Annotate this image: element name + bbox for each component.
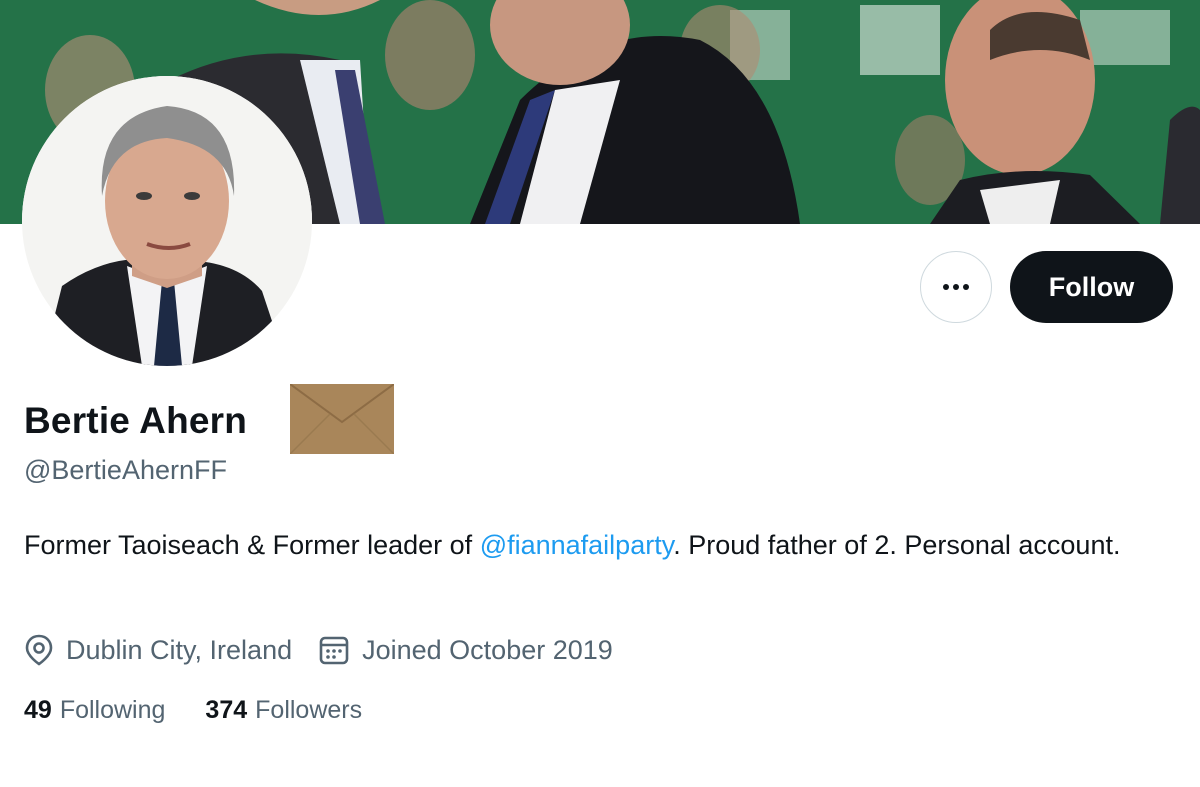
followers-label: Followers [255,696,363,724]
more-horizontal-icon [943,284,969,290]
following-count: 49 [24,696,52,724]
profile-avatar[interactable] [22,76,312,366]
profile-joined: Joined October 2019 [318,634,613,666]
follow-button[interactable]: Follow [1010,251,1173,323]
followers-count: 374 [205,696,248,724]
location-pin-icon [25,634,53,666]
display-name: Bertie Ahern [24,400,248,441]
profile-meta: Dublin City, Ireland Joined October 2019 [24,630,639,670]
calendar-icon [319,636,349,665]
more-options-button[interactable] [920,251,992,323]
joined-text: Joined October 2019 [362,634,613,665]
envelope-emoji-icon [290,384,394,454]
location-text: Dublin City, Ireland [66,634,293,665]
bio-text: Former Taoiseach & Former leader of [24,530,480,560]
profile-bio: Former Taoiseach & Former leader of @fia… [24,526,1174,565]
profile-location: Dublin City, Ireland [24,634,292,666]
followers-link[interactable]: 374 Followers [205,696,362,725]
following-label: Following [59,696,166,724]
avatar-photo [22,76,312,366]
profile-stats: 49 Following 374 Followers [24,696,402,725]
profile-page: Follow Bertie Ahern @BertieAhernFF Forme… [0,0,1200,787]
bio-text-end: . Proud father of 2. Personal account. [673,530,1121,560]
profile-handle: @BertieAhernFF [24,455,227,485]
mention-link[interactable]: @fiannafailparty [480,530,674,560]
following-link[interactable]: 49 Following [24,696,165,725]
